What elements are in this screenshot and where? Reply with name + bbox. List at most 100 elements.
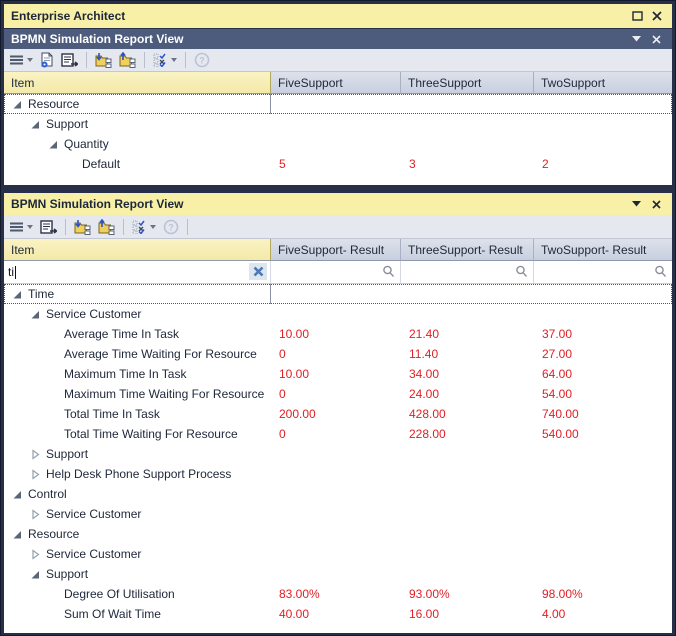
tree-row[interactable]: Default532 bbox=[4, 154, 672, 174]
tree-collapsed-icon[interactable] bbox=[30, 509, 42, 520]
value-cell[interactable]: 40.00 bbox=[271, 604, 401, 624]
value-cell[interactable]: 54.00 bbox=[534, 384, 672, 404]
value-cell[interactable]: 21.40 bbox=[401, 324, 534, 344]
value-cell[interactable] bbox=[271, 94, 401, 114]
panel2-menu-button[interactable] bbox=[626, 196, 646, 212]
value-cell[interactable]: 10.00 bbox=[271, 324, 401, 344]
value-cell[interactable]: 540.00 bbox=[534, 424, 672, 444]
value-cell[interactable] bbox=[271, 304, 401, 324]
fivesupport-filter-input[interactable] bbox=[271, 261, 401, 283]
view-report-button[interactable] bbox=[38, 217, 59, 237]
generate-report-button[interactable] bbox=[38, 50, 56, 70]
column-header-threesupport[interactable]: ThreeSupport bbox=[401, 72, 534, 94]
column-header-fivesupport-result[interactable]: FiveSupport- Result bbox=[271, 239, 401, 261]
threesupport-filter-input[interactable] bbox=[401, 261, 534, 283]
value-cell[interactable]: 27.00 bbox=[534, 344, 672, 364]
value-cell[interactable] bbox=[401, 504, 534, 524]
value-cell[interactable]: 228.00 bbox=[401, 424, 534, 444]
value-cell[interactable]: 4.00 bbox=[534, 604, 672, 624]
tree-expanded-icon[interactable] bbox=[48, 139, 60, 150]
help-button[interactable]: ? bbox=[161, 217, 181, 237]
column-header-item[interactable]: Item bbox=[4, 239, 271, 261]
tree-row[interactable]: Support bbox=[4, 564, 672, 584]
value-cell[interactable] bbox=[534, 444, 672, 464]
value-cell[interactable]: 5 bbox=[271, 154, 401, 174]
value-cell[interactable]: 11.40 bbox=[401, 344, 534, 364]
value-cell[interactable] bbox=[534, 304, 672, 324]
value-cell[interactable]: 24.00 bbox=[401, 384, 534, 404]
tree-collapsed-icon[interactable] bbox=[30, 469, 42, 480]
tree-row[interactable]: Service Customer bbox=[4, 544, 672, 564]
value-cell[interactable] bbox=[401, 464, 534, 484]
collapse-all-button[interactable] bbox=[117, 50, 138, 70]
tree-row[interactable]: Service Customer bbox=[4, 304, 672, 324]
column-header-item[interactable]: Item bbox=[4, 72, 271, 94]
tree-expanded-icon[interactable] bbox=[30, 309, 42, 320]
value-cell[interactable]: 93.00% bbox=[401, 584, 534, 604]
value-cell[interactable] bbox=[271, 284, 401, 304]
column-header-twosupport[interactable]: TwoSupport bbox=[534, 72, 672, 94]
value-cell[interactable] bbox=[271, 114, 401, 134]
tree-expanded-icon[interactable] bbox=[12, 489, 24, 500]
tree-collapsed-icon[interactable] bbox=[30, 549, 42, 560]
value-cell[interactable] bbox=[271, 484, 401, 504]
tree-row[interactable]: Quantity bbox=[4, 134, 672, 154]
value-cell[interactable]: 34.00 bbox=[401, 364, 534, 384]
value-cell[interactable] bbox=[534, 484, 672, 504]
field-chooser-button[interactable] bbox=[151, 50, 179, 70]
tree-row[interactable]: Average Time Waiting For Resource011.402… bbox=[4, 344, 672, 364]
panel2-header[interactable]: BPMN Simulation Report View bbox=[4, 193, 672, 215]
maximize-button[interactable] bbox=[627, 7, 647, 25]
tree-row[interactable]: Total Time Waiting For Resource0228.0054… bbox=[4, 424, 672, 444]
tree-row[interactable]: Control bbox=[4, 484, 672, 504]
value-cell[interactable] bbox=[271, 504, 401, 524]
value-cell[interactable] bbox=[271, 444, 401, 464]
tree-row[interactable]: Time bbox=[4, 284, 672, 304]
tree-row[interactable]: Support bbox=[4, 444, 672, 464]
value-cell[interactable] bbox=[401, 114, 534, 134]
value-cell[interactable]: 428.00 bbox=[401, 404, 534, 424]
field-chooser-button[interactable] bbox=[130, 217, 158, 237]
tree-expanded-icon[interactable] bbox=[12, 529, 24, 540]
value-cell[interactable] bbox=[534, 544, 672, 564]
value-cell[interactable] bbox=[401, 94, 534, 114]
panel2-close-button[interactable] bbox=[646, 196, 666, 212]
value-cell[interactable] bbox=[534, 284, 672, 304]
value-cell[interactable] bbox=[401, 564, 534, 584]
menu-button[interactable] bbox=[8, 217, 35, 237]
expand-all-button[interactable] bbox=[93, 50, 114, 70]
help-button[interactable]: ? bbox=[192, 50, 212, 70]
column-header-twosupport-result[interactable]: TwoSupport- Result bbox=[534, 239, 672, 261]
value-cell[interactable] bbox=[401, 284, 534, 304]
panel1-close-button[interactable] bbox=[646, 31, 666, 47]
close-window-button[interactable] bbox=[647, 7, 667, 25]
value-cell[interactable] bbox=[271, 544, 401, 564]
item-filter-input[interactable]: ti bbox=[4, 261, 271, 283]
tree-row[interactable]: Resource bbox=[4, 94, 672, 114]
value-cell[interactable] bbox=[534, 564, 672, 584]
value-cell[interactable] bbox=[401, 304, 534, 324]
value-cell[interactable]: 37.00 bbox=[534, 324, 672, 344]
tree-row[interactable]: Degree Of Utilisation83.00%93.00%98.00% bbox=[4, 584, 672, 604]
tree-row[interactable]: Help Desk Phone Support Process bbox=[4, 464, 672, 484]
value-cell[interactable]: 200.00 bbox=[271, 404, 401, 424]
collapse-all-button[interactable] bbox=[96, 217, 117, 237]
value-cell[interactable] bbox=[271, 564, 401, 584]
tree-expanded-icon[interactable] bbox=[12, 289, 24, 300]
value-cell[interactable] bbox=[271, 134, 401, 154]
value-cell[interactable] bbox=[534, 94, 672, 114]
column-header-fivesupport[interactable]: FiveSupport bbox=[271, 72, 401, 94]
tree-row[interactable]: Service Customer bbox=[4, 504, 672, 524]
value-cell[interactable] bbox=[534, 464, 672, 484]
panel1-header[interactable]: BPMN Simulation Report View bbox=[4, 29, 672, 49]
value-cell[interactable]: 3 bbox=[401, 154, 534, 174]
value-cell[interactable] bbox=[534, 134, 672, 154]
value-cell[interactable] bbox=[401, 134, 534, 154]
value-cell[interactable]: 0 bbox=[271, 344, 401, 364]
value-cell[interactable] bbox=[534, 114, 672, 134]
tree-row[interactable]: Total Time In Task200.00428.00740.00 bbox=[4, 404, 672, 424]
expand-all-button[interactable] bbox=[72, 217, 93, 237]
menu-button[interactable] bbox=[8, 50, 35, 70]
value-cell[interactable]: 740.00 bbox=[534, 404, 672, 424]
tree-expanded-icon[interactable] bbox=[30, 569, 42, 580]
